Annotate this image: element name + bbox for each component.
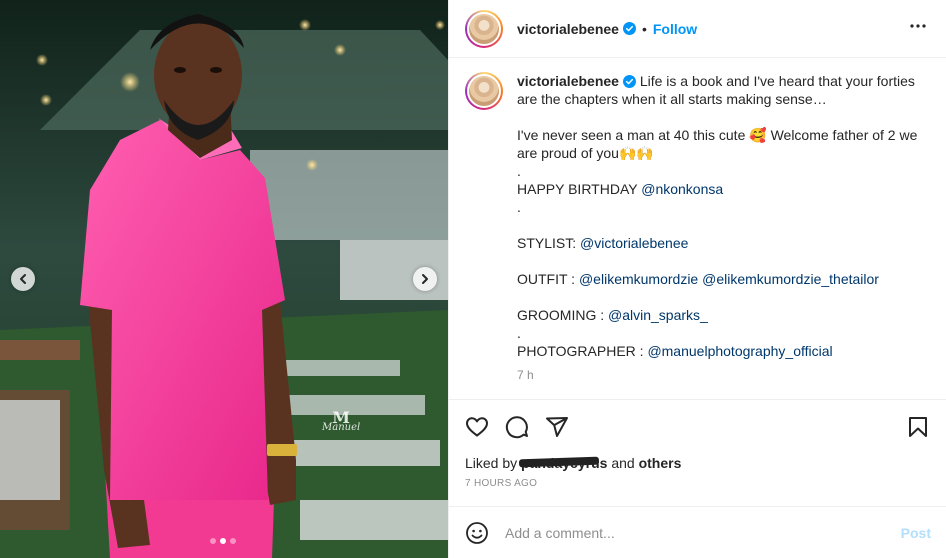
caption: victorialebenee Life is a book and I've …: [517, 72, 927, 399]
caption-avatar[interactable]: [465, 72, 503, 110]
caption-section: victorialebenee Life is a book and I've …: [449, 58, 946, 400]
caption-username[interactable]: victorialebenee: [517, 73, 619, 89]
carousel-dot: [210, 538, 216, 544]
carousel-indicator: [210, 538, 236, 544]
liked-by-user[interactable]: pandaycyrus: [521, 450, 607, 476]
caption-line: I've never seen a man at 40 this cute 🥰 …: [517, 127, 918, 161]
share-icon[interactable]: [545, 415, 569, 439]
likes-others-link[interactable]: others: [639, 455, 682, 471]
comment-icon[interactable]: [505, 415, 529, 439]
mention-link[interactable]: @alvin_sparks_: [608, 307, 708, 323]
posted-timestamp[interactable]: 7 HOURS AGO: [449, 478, 946, 489]
action-bar: [449, 404, 946, 450]
post-header: victorialebenee • Follow: [449, 0, 946, 58]
caption-line: [517, 108, 927, 126]
likes-summary: Liked by pandaycyrus and others: [449, 450, 946, 476]
comment-input[interactable]: [505, 524, 901, 541]
post-comment-button[interactable]: Post: [901, 525, 931, 541]
emoji-icon[interactable]: [465, 521, 489, 545]
caption-line: OUTFIT : @elikemkumordzie @elikemkumordz…: [517, 271, 879, 287]
likes-prefix: Liked by: [465, 455, 518, 471]
post-side-panel: victorialebenee • Follow victorialebenee…: [448, 0, 946, 558]
photographer-watermark: M Manuel: [322, 410, 361, 433]
photo-scene: [0, 0, 448, 558]
caption-line: GROOMING : @alvin_sparks_: [517, 307, 708, 323]
post-photo[interactable]: M Manuel: [0, 0, 448, 558]
mention-link[interactable]: @nkonkonsa: [641, 181, 723, 197]
heart-icon[interactable]: [465, 415, 489, 439]
chevron-right-icon: [422, 274, 428, 284]
caption-time[interactable]: 7 h: [517, 366, 927, 384]
likes-middle: and: [611, 455, 635, 471]
comment-bar: Post: [449, 506, 946, 558]
carousel-dot: [220, 538, 226, 544]
mention-link[interactable]: @elikemkumordzie: [579, 271, 698, 287]
verified-badge-icon: [622, 75, 636, 88]
caption-line: HAPPY BIRTHDAY @nkonkonsa: [517, 181, 724, 197]
caption-line: .: [517, 325, 521, 341]
avatar[interactable]: [465, 9, 503, 48]
carousel-dot: [230, 538, 236, 544]
watermark-text: Manuel: [322, 422, 361, 433]
more-horizontal-icon: [910, 23, 926, 28]
verified-badge-icon: [622, 22, 636, 35]
mention-link[interactable]: @elikemkumordzie_thetailor: [702, 271, 879, 287]
follow-button[interactable]: Follow: [653, 21, 697, 37]
caption-line: victorialebenee Life is a book and I've …: [517, 73, 915, 107]
separator-dot: •: [641, 20, 647, 37]
chevron-left-icon: [20, 274, 26, 284]
caption-line: STYLIST: @victorialebenee: [517, 235, 689, 251]
carousel-next-button[interactable]: [413, 267, 437, 291]
caption-line: .: [517, 199, 521, 215]
more-options-button[interactable]: [906, 14, 930, 44]
bookmark-icon[interactable]: [906, 415, 930, 439]
caption-line: PHOTOGRAPHER : @manuelphotography_offici…: [517, 343, 833, 359]
caption-line: .: [517, 163, 521, 179]
caption-line: [517, 288, 927, 306]
carousel-prev-button[interactable]: [11, 267, 35, 291]
caption-text: victorialebenee Life is a book and I've …: [517, 72, 927, 360]
mention-link[interactable]: @manuelphotography_official: [647, 343, 832, 359]
caption-line: [517, 252, 927, 270]
header-username[interactable]: victorialebenee: [517, 21, 619, 37]
mention-link[interactable]: @victorialebenee: [580, 235, 688, 251]
caption-line: [517, 216, 927, 234]
